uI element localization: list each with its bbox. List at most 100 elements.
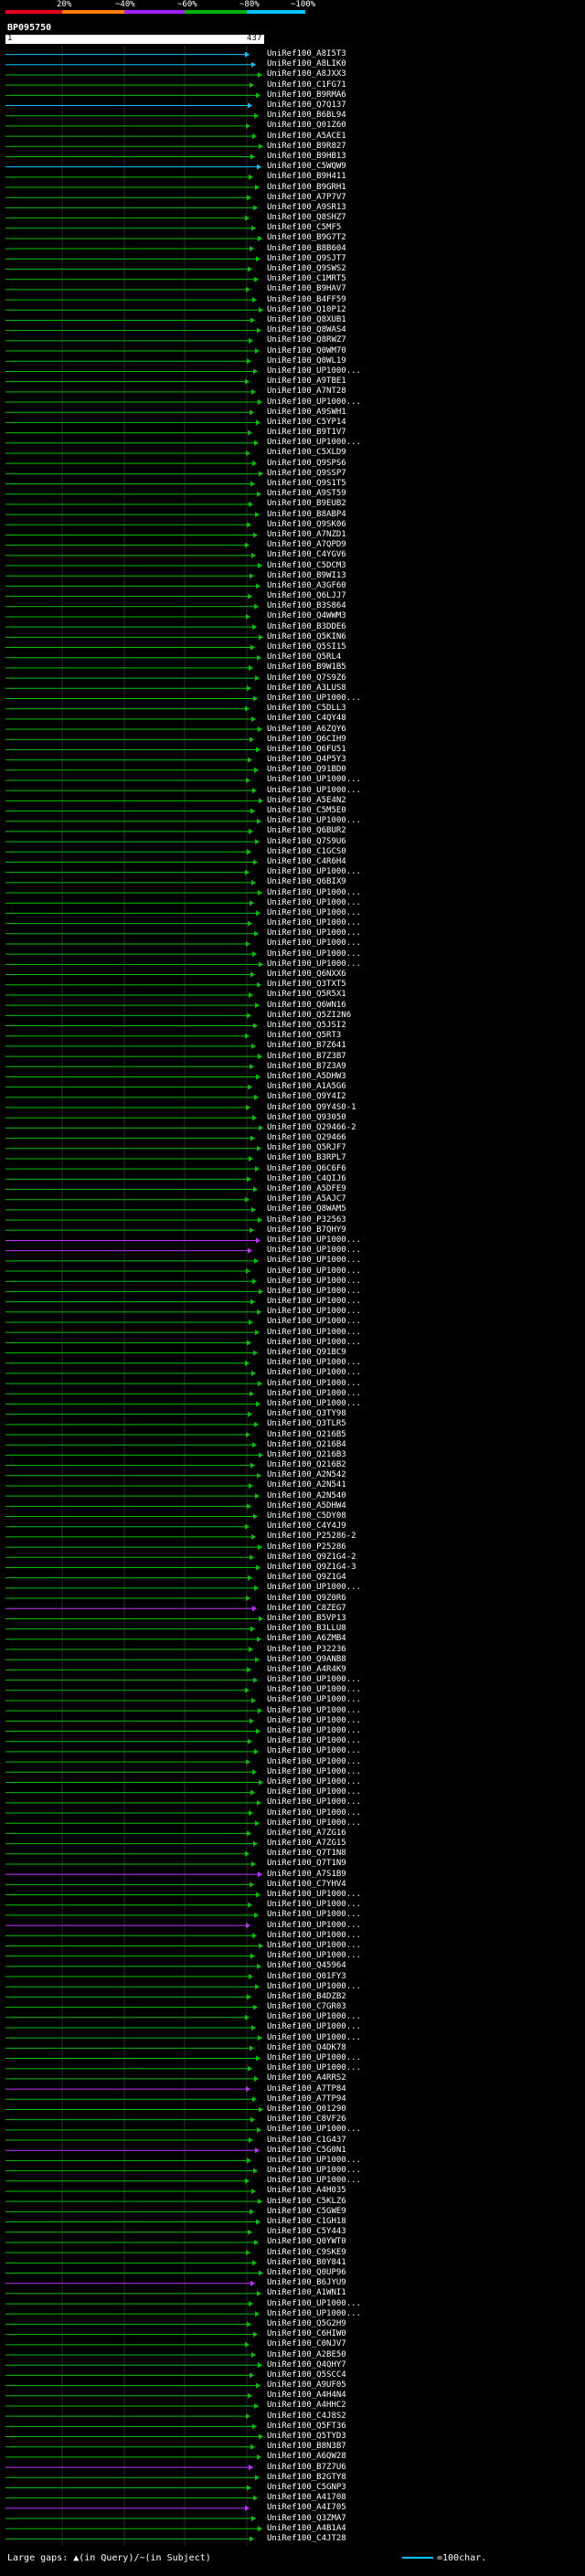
- hit-name[interactable]: UniRef100_Q29466-2: [267, 1123, 356, 1132]
- hit-name[interactable]: UniRef100_Q6WN16: [267, 1001, 346, 1010]
- hit-name[interactable]: UniRef100_Q93050: [267, 1113, 346, 1122]
- hit-name[interactable]: UniRef100_A7NZD1: [267, 530, 346, 539]
- hit-name[interactable]: UniRef100_B6JYU9: [267, 2279, 346, 2287]
- hit-name[interactable]: UniRef100_Q7T1N9: [267, 1860, 346, 1868]
- hit-name[interactable]: UniRef100_UP1000...: [267, 1737, 361, 1745]
- hit-name[interactable]: UniRef100_A6ZMB4: [267, 1635, 346, 1643]
- hit-name[interactable]: UniRef100_A4H035: [267, 2187, 346, 2195]
- hit-name[interactable]: UniRef100_A7S1B9: [267, 1870, 346, 1879]
- hit-name[interactable]: UniRef100_Q6NXX6: [267, 970, 346, 979]
- hit-name[interactable]: UniRef100_Q216B3: [267, 1450, 346, 1459]
- hit-name[interactable]: UniRef100_UP1000...: [267, 1235, 361, 1245]
- hit-name[interactable]: UniRef100_C4J8S2: [267, 2412, 346, 2421]
- hit-name[interactable]: UniRef100_C1GCS0: [267, 847, 346, 856]
- hit-name[interactable]: UniRef100_UP1000...: [267, 868, 361, 876]
- hit-name[interactable]: UniRef100_Q7Q137: [267, 101, 346, 110]
- hit-name[interactable]: UniRef100_UP1000...: [267, 1767, 361, 1776]
- hit-name[interactable]: UniRef100_B8N3B7: [267, 2443, 346, 2451]
- hit-name[interactable]: UniRef100_UP1000...: [267, 1256, 361, 1265]
- hit-name[interactable]: UniRef100_Q6BIX9: [267, 878, 346, 886]
- hit-name[interactable]: UniRef100_B9EUB2: [267, 500, 346, 508]
- hit-name[interactable]: UniRef100_B9T1V7: [267, 429, 346, 437]
- hit-name[interactable]: UniRef100_B7Z3B7: [267, 1052, 346, 1061]
- hit-name[interactable]: UniRef100_UP1000...: [267, 929, 361, 938]
- hit-name[interactable]: UniRef100_A9ST59: [267, 490, 346, 498]
- hit-name[interactable]: UniRef100_C5M5E0: [267, 807, 346, 815]
- hit-name[interactable]: UniRef100_C9SKE9: [267, 2248, 346, 2257]
- hit-name[interactable]: UniRef100_A7P7V7: [267, 193, 346, 202]
- hit-name[interactable]: UniRef100_UP1000...: [267, 1911, 361, 1919]
- hit-name[interactable]: UniRef100_B9G7T2: [267, 234, 346, 242]
- hit-name[interactable]: UniRef100_Q7S9U6: [267, 837, 346, 846]
- hit-name[interactable]: UniRef100_UP1000...: [267, 1727, 361, 1735]
- hit-name[interactable]: UniRef100_A41708: [267, 2494, 346, 2502]
- hit-name[interactable]: UniRef100_Q216B2: [267, 1461, 346, 1469]
- hit-name[interactable]: UniRef100_B3RPL7: [267, 1154, 346, 1162]
- hit-name[interactable]: UniRef100_A9SR13: [267, 203, 346, 212]
- hit-name[interactable]: UniRef100_A5E4N2: [267, 796, 346, 805]
- hit-name[interactable]: UniRef100_C5GWE9: [267, 2207, 346, 2216]
- hit-name[interactable]: UniRef100_Q5G2H9: [267, 2319, 346, 2328]
- hit-name[interactable]: UniRef100_UP1000...: [267, 1379, 361, 1388]
- hit-name[interactable]: UniRef100_B3S864: [267, 602, 346, 610]
- hit-name[interactable]: UniRef100_Q91BC9: [267, 1349, 346, 1357]
- hit-name[interactable]: UniRef100_UP1000...: [267, 2167, 361, 2175]
- hit-name[interactable]: UniRef100_Q216B4: [267, 1440, 346, 1449]
- hit-name[interactable]: UniRef100_UP1000...: [267, 1267, 361, 1276]
- hit-name[interactable]: UniRef100_Q4P5Y3: [267, 756, 346, 764]
- hit-name[interactable]: UniRef100_B2GTY8: [267, 2473, 346, 2482]
- hit-name[interactable]: UniRef100_C5YP14: [267, 418, 346, 427]
- hit-name[interactable]: UniRef100_UP1000...: [267, 1318, 361, 1326]
- hit-name[interactable]: UniRef100_P32563: [267, 1215, 346, 1224]
- hit-name[interactable]: UniRef100_Q9Z0R6: [267, 1594, 346, 1603]
- hit-name[interactable]: UniRef100_B9H411: [267, 173, 346, 181]
- hit-name[interactable]: UniRef100_B9W1B5: [267, 663, 346, 672]
- hit-name[interactable]: UniRef100_P25286-2: [267, 1532, 356, 1541]
- hit-name[interactable]: UniRef100_A1WNI1: [267, 2289, 346, 2297]
- hit-name[interactable]: UniRef100_UP1000...: [267, 1716, 361, 1725]
- hit-name[interactable]: UniRef100_B4DZB2: [267, 1992, 346, 2001]
- hit-name[interactable]: UniRef100_Q9SWS2: [267, 265, 346, 273]
- hit-name[interactable]: UniRef100_UP1000...: [267, 1308, 361, 1316]
- hit-name[interactable]: UniRef100_Q01FY3: [267, 1972, 346, 1981]
- hit-name[interactable]: UniRef100_Q5JSI2: [267, 1022, 346, 1030]
- hit-name[interactable]: UniRef100_B6BL94: [267, 111, 346, 120]
- hit-name[interactable]: UniRef100_UP1000...: [267, 1686, 361, 1694]
- hit-name[interactable]: UniRef100_Q45964: [267, 1962, 346, 1970]
- hit-name[interactable]: UniRef100_B9HB13: [267, 152, 346, 161]
- hit-name[interactable]: UniRef100_B8B604: [267, 244, 346, 253]
- hit-name[interactable]: UniRef100_B9GRH1: [267, 183, 346, 192]
- hit-name[interactable]: UniRef100_Q4DK78: [267, 2043, 346, 2052]
- hit-name[interactable]: UniRef100_Q5KIN6: [267, 632, 346, 641]
- hit-name[interactable]: UniRef100_UP1000...: [267, 1808, 361, 1818]
- hit-name[interactable]: UniRef100_UP1000...: [267, 1584, 361, 1592]
- hit-name[interactable]: UniRef100_Q7S9Z6: [267, 673, 346, 683]
- hit-name[interactable]: UniRef100_A3GF60: [267, 581, 346, 590]
- hit-name[interactable]: UniRef100_Q6FU51: [267, 745, 346, 754]
- hit-name[interactable]: UniRef100_A7ZG16: [267, 1829, 346, 1838]
- hit-name[interactable]: UniRef100_Q4QHY7: [267, 2360, 346, 2369]
- hit-name[interactable]: UniRef100_Q9Z1G4-3: [267, 1563, 356, 1572]
- hit-name[interactable]: UniRef100_UP1000...: [267, 1369, 361, 1377]
- hit-name[interactable]: UniRef100_A5DHW3: [267, 1072, 346, 1081]
- hit-name[interactable]: UniRef100_UP1000...: [267, 2054, 361, 2062]
- hit-name[interactable]: UniRef100_B9R827: [267, 142, 346, 151]
- hit-name[interactable]: UniRef100_Q5RT3: [267, 1032, 341, 1040]
- hit-name[interactable]: UniRef100_UP1000...: [267, 908, 361, 917]
- hit-name[interactable]: UniRef100_A5AJC7: [267, 1195, 346, 1203]
- hit-name[interactable]: UniRef100_UP1000...: [267, 919, 361, 928]
- hit-name[interactable]: UniRef100_C1MRT5: [267, 275, 346, 283]
- hit-name[interactable]: UniRef100_A6ZQY6: [267, 725, 346, 734]
- hit-name[interactable]: UniRef100_A2BE50: [267, 2350, 346, 2359]
- hit-name[interactable]: UniRef100_A4I705: [267, 2504, 346, 2512]
- hit-name[interactable]: UniRef100_C4R6H4: [267, 857, 346, 866]
- hit-name[interactable]: UniRef100_Q4WWM3: [267, 612, 346, 620]
- hit-name[interactable]: UniRef100_Q5ZI2N6: [267, 1011, 351, 1020]
- hit-name[interactable]: UniRef100_C8VF26: [267, 2115, 346, 2124]
- hit-name[interactable]: UniRef100_UP1000...: [267, 1941, 361, 1950]
- hit-name[interactable]: UniRef100_UP1000...: [267, 1788, 361, 1797]
- hit-name[interactable]: UniRef100_A5DHW4: [267, 1501, 346, 1511]
- hit-name[interactable]: UniRef100_C4JT28: [267, 2534, 346, 2543]
- hit-name[interactable]: UniRef100_C4QIJ6: [267, 1174, 346, 1183]
- hit-name[interactable]: UniRef100_Q9Z1G4-2: [267, 1553, 356, 1562]
